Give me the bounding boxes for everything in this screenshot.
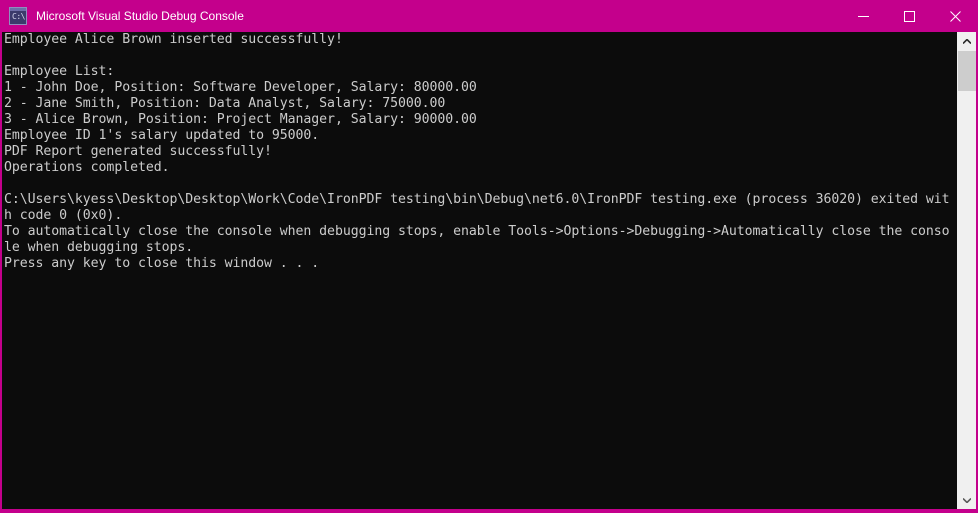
close-icon [949,10,961,22]
window-title: Microsoft Visual Studio Debug Console [36,9,244,23]
scroll-thumb[interactable] [958,51,976,91]
minimize-button[interactable] [840,0,886,32]
console-app-icon-prompt-glyph: C:\ [12,12,25,21]
maximize-button[interactable] [886,0,932,32]
console-app-icon: C:\ [9,7,27,25]
caption-buttons [840,0,978,32]
chevron-down-icon [962,497,971,503]
vertical-scrollbar[interactable] [956,32,976,509]
title-bar[interactable]: C:\ Microsoft Visual Studio Debug Consol… [0,0,978,32]
minimize-icon [857,15,869,17]
console-output-area[interactable]: Employee Alice Brown inserted successful… [2,32,976,509]
close-button[interactable] [932,0,978,32]
title-bar-left: C:\ Microsoft Visual Studio Debug Consol… [0,0,840,32]
console-window: C:\ Microsoft Visual Studio Debug Consol… [0,0,978,513]
scroll-down-button[interactable] [957,491,976,509]
maximize-icon [903,10,915,22]
console-output-text: Employee Alice Brown inserted successful… [4,32,950,271]
scroll-up-button[interactable] [957,32,976,50]
chevron-up-icon [962,38,971,44]
